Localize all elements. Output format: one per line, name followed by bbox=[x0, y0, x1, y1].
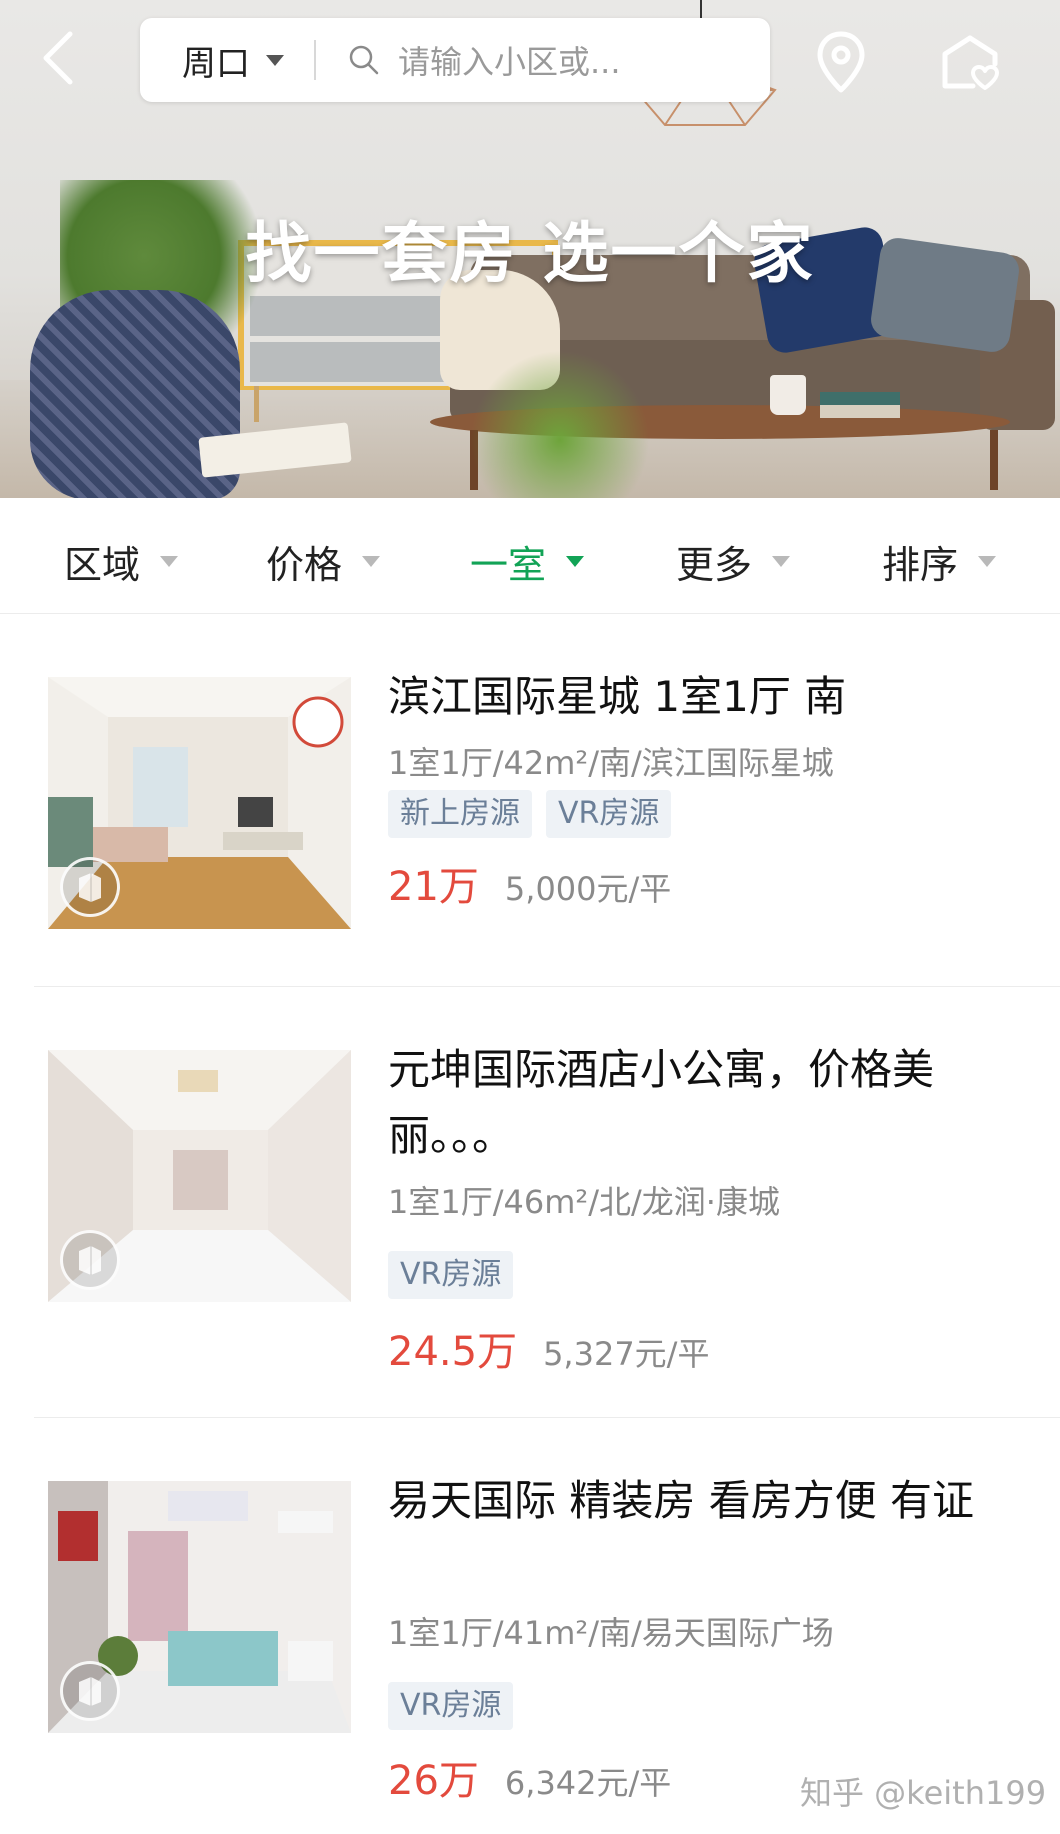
total-price: 24.5万 bbox=[388, 1329, 518, 1375]
location-button[interactable] bbox=[810, 28, 872, 96]
house-heart-icon bbox=[942, 35, 999, 90]
filter-label: 区域 bbox=[64, 543, 141, 587]
listing-title[interactable]: 易天国际 精装房 看房方便 有证 bbox=[388, 1468, 1008, 1534]
watermark: 知乎 @keith199 bbox=[800, 1774, 1047, 1812]
listing-tags: VR房源 bbox=[388, 1251, 514, 1299]
caret-down-icon bbox=[978, 556, 997, 567]
books bbox=[820, 392, 900, 418]
price-row: 26万 6,342元/平 bbox=[388, 1748, 671, 1806]
sideboard-leg bbox=[254, 386, 259, 422]
filter-label: 价格 bbox=[266, 543, 343, 587]
caret-down-icon bbox=[566, 556, 585, 567]
filter-label: 一室 bbox=[470, 543, 547, 587]
filter-sort[interactable]: 排序 bbox=[882, 534, 997, 589]
tag-badge: VR房源 bbox=[388, 1682, 514, 1730]
plant-foreground bbox=[470, 350, 650, 498]
tag-badge: 新上房源 bbox=[388, 790, 532, 838]
filter-price[interactable]: 价格 bbox=[266, 534, 381, 589]
unit-price: 5,000元/平 bbox=[504, 870, 672, 908]
listing-photo[interactable] bbox=[48, 1050, 351, 1302]
caret-down-icon bbox=[772, 556, 791, 567]
price-row: 24.5万 5,327元/平 bbox=[388, 1319, 709, 1377]
vr-play-badge[interactable] bbox=[60, 1661, 120, 1721]
vr-cube-icon bbox=[79, 873, 101, 902]
caret-down-icon bbox=[266, 54, 284, 66]
filter-bar: 区域 价格 一室 更多 排序 bbox=[0, 498, 1060, 614]
mug bbox=[770, 375, 806, 415]
city-label: 周口 bbox=[182, 43, 250, 84]
price-row: 21万 5,000元/平 bbox=[388, 854, 671, 912]
table-leg bbox=[990, 430, 998, 490]
tag-badge: VR房源 bbox=[388, 1251, 514, 1299]
city-selector[interactable]: 周口 bbox=[182, 36, 284, 85]
listing-photo[interactable] bbox=[48, 677, 351, 929]
listing-title[interactable]: 元坤国际酒店小公寓，价格美丽。。。 bbox=[388, 1037, 1008, 1169]
unit-price: 6,342元/平 bbox=[504, 1764, 672, 1802]
listing-meta: 1室1厅/41m²/南/易天国际广场 bbox=[388, 1614, 834, 1652]
vr-cube-icon bbox=[79, 1246, 101, 1275]
banner-slogan: 找一套房 选一个家 bbox=[245, 215, 815, 292]
filter-rooms[interactable]: 一室 bbox=[470, 534, 585, 589]
filter-label: 更多 bbox=[676, 543, 753, 587]
total-price: 26万 bbox=[388, 1758, 479, 1804]
listing-tags: VR房源 bbox=[388, 1682, 514, 1730]
location-pin-icon bbox=[817, 31, 865, 93]
vr-play-badge[interactable] bbox=[60, 1230, 120, 1290]
listing-photo[interactable] bbox=[48, 1481, 351, 1733]
listing-meta: 1室1厅/46m²/北/龙润·康城 bbox=[388, 1183, 780, 1221]
vr-play-badge[interactable] bbox=[60, 857, 120, 917]
listing-title[interactable]: 滨江国际星城 1室1厅 南 bbox=[388, 664, 1008, 730]
search-icon bbox=[348, 44, 380, 76]
search-input[interactable]: 请输入小区或... bbox=[398, 37, 621, 83]
filter-area[interactable]: 区域 bbox=[64, 534, 179, 589]
search-bar[interactable]: 周口 请输入小区或... bbox=[140, 18, 770, 102]
listing-card[interactable]: 元坤国际酒店小公寓，价格美丽。。。 1室1厅/46m²/北/龙润·康城 VR房源… bbox=[0, 987, 1060, 1417]
unit-price: 5,327元/平 bbox=[543, 1335, 710, 1373]
listing-meta: 1室1厅/42m²/南/滨江国际星城 bbox=[388, 744, 834, 782]
listing-card[interactable]: 滨江国际星城 1室1厅 南 1室1厅/42m²/南/滨江国际星城 新上房源 VR… bbox=[0, 614, 1060, 986]
caret-down-icon bbox=[160, 556, 179, 567]
vr-cube-icon bbox=[79, 1677, 101, 1706]
back-button[interactable] bbox=[28, 28, 88, 88]
back-arrow-icon bbox=[43, 31, 73, 85]
filter-label: 排序 bbox=[882, 543, 959, 587]
total-price: 21万 bbox=[388, 864, 479, 910]
favorites-button[interactable] bbox=[935, 30, 1005, 96]
listing-tags: 新上房源 VR房源 bbox=[388, 790, 672, 838]
search-divider bbox=[314, 40, 316, 80]
caret-down-icon bbox=[362, 556, 381, 567]
filter-more[interactable]: 更多 bbox=[676, 534, 791, 589]
tag-badge: VR房源 bbox=[546, 790, 672, 838]
